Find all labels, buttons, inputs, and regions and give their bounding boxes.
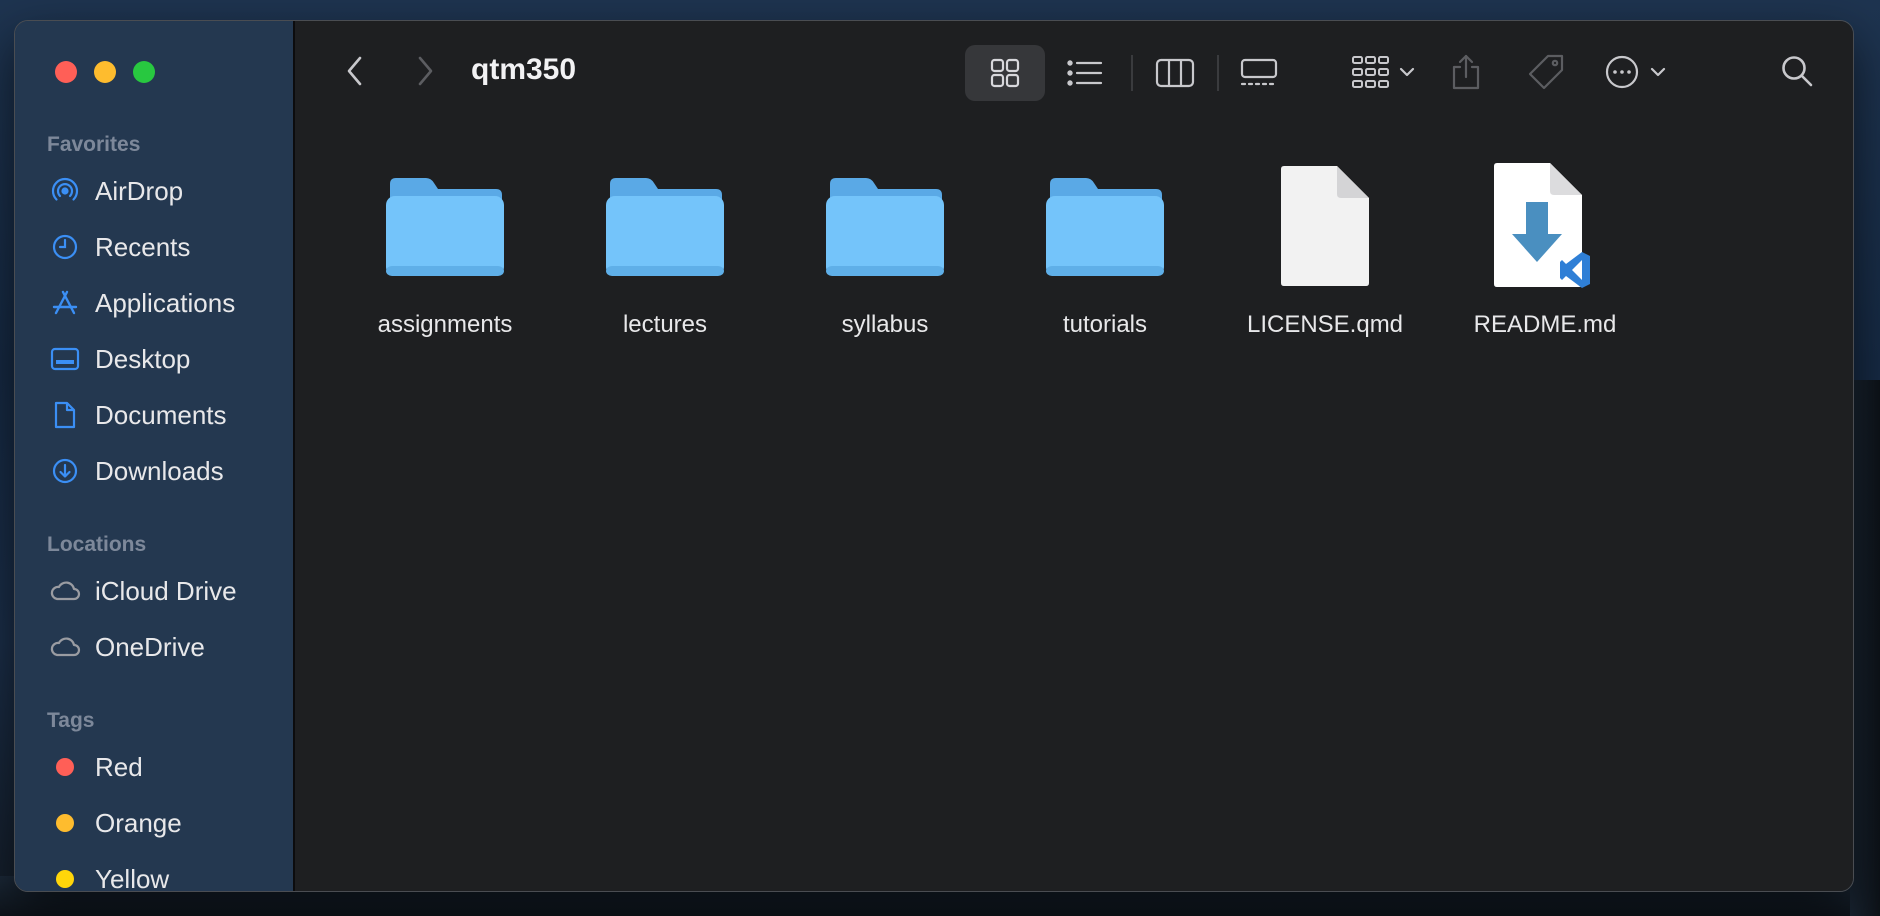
back-button[interactable] — [335, 51, 375, 91]
desktop-background-edge — [1850, 380, 1880, 916]
list-icon — [1067, 60, 1103, 86]
download-icon — [49, 455, 81, 487]
ellipsis-circle-icon — [1605, 55, 1639, 89]
share-button[interactable] — [1441, 47, 1491, 97]
cloud-icon — [49, 631, 81, 663]
sidebar-item-icloud-drive[interactable]: iCloud Drive — [49, 569, 289, 613]
icon-view-button[interactable] — [965, 45, 1045, 101]
group-grid-icon — [1352, 56, 1389, 88]
file-name: LICENSE.qmd — [1246, 311, 1404, 338]
folder-icon — [824, 151, 946, 301]
folder-icon — [604, 151, 726, 301]
forward-button[interactable] — [405, 51, 445, 91]
group-by-button[interactable] — [1343, 47, 1423, 97]
airdrop-icon — [49, 175, 81, 207]
applications-icon — [49, 287, 81, 319]
vscode-markdown-file-icon — [1492, 151, 1598, 301]
sidebar-item-label: iCloud Drive — [95, 575, 237, 606]
sidebar-tag-orange[interactable]: Orange — [49, 801, 289, 845]
sidebar-item-label: Yellow — [95, 863, 170, 892]
tag-color-dot — [56, 758, 74, 776]
file-item-tutorials[interactable]: tutorials — [995, 151, 1215, 339]
sidebar-section-favorites: Favorites — [47, 133, 141, 156]
sidebar-item-label: Orange — [95, 807, 182, 838]
share-icon — [1452, 54, 1480, 90]
file-item-license[interactable]: LICENSE.qmd — [1215, 151, 1435, 339]
sidebar-item-recents[interactable]: Recents — [49, 225, 289, 269]
clock-icon — [49, 231, 81, 263]
file-name: tutorials — [1062, 311, 1148, 338]
chevron-right-icon — [418, 56, 433, 86]
chevron-left-icon — [347, 56, 362, 86]
sidebar-item-label: Downloads — [95, 455, 224, 486]
more-actions-button[interactable] — [1595, 47, 1675, 97]
file-name: README.md — [1473, 311, 1617, 338]
file-grid: assignments lectures syllabus tutorials … — [335, 151, 1655, 339]
file-name: assignments — [377, 311, 513, 338]
window-title: qtm350 — [471, 53, 577, 86]
sidebar-section-tags: Tags — [47, 709, 95, 732]
sidebar-item-label: Applications — [95, 287, 236, 318]
sidebar-section-locations: Locations — [47, 533, 147, 556]
toolbar: qtm350 — [295, 21, 1853, 121]
window-controls — [55, 61, 155, 83]
tag-icon — [1528, 54, 1564, 90]
document-icon — [49, 399, 81, 431]
sidebar-tag-yellow[interactable]: Yellow — [49, 857, 289, 892]
gallery-view-button[interactable] — [1221, 45, 1297, 101]
desktop-icon — [49, 343, 81, 375]
sidebar-item-label: Recents — [95, 231, 191, 262]
tag-color-dot — [56, 814, 74, 832]
column-view-button[interactable] — [1137, 45, 1213, 101]
sidebar-item-label: AirDrop — [95, 175, 184, 206]
folder-icon — [1044, 151, 1166, 301]
toolbar-divider — [1131, 55, 1133, 91]
sidebar-item-label: Documents — [95, 399, 227, 430]
chevron-down-icon — [1650, 67, 1666, 77]
sidebar-item-applications[interactable]: Applications — [49, 281, 289, 325]
search-icon — [1782, 56, 1813, 87]
toolbar-divider — [1217, 55, 1219, 91]
file-item-readme[interactable]: README.md — [1435, 151, 1655, 339]
sidebar-item-label: Red — [95, 751, 143, 782]
sidebar-item-label: OneDrive — [95, 631, 205, 662]
file-name: syllabus — [841, 311, 929, 338]
sidebar-item-label: Desktop — [95, 343, 191, 374]
cloud-icon — [49, 575, 81, 607]
grid-icon — [990, 58, 1020, 88]
tag-color-dot — [56, 870, 74, 888]
sidebar-item-documents[interactable]: Documents — [49, 393, 289, 437]
list-view-button[interactable] — [1045, 45, 1125, 101]
finder-window: Favorites AirDrop Recents Applications D… — [14, 20, 1854, 892]
zoom-button[interactable] — [133, 61, 155, 83]
main-content: qtm350 assignments lectures syllabus tut… — [295, 21, 1853, 891]
sidebar-item-desktop[interactable]: Desktop — [49, 337, 289, 381]
minimize-button[interactable] — [94, 61, 116, 83]
document-file-icon — [1279, 151, 1371, 301]
sidebar-item-onedrive[interactable]: OneDrive — [49, 625, 289, 669]
gallery-icon — [1240, 58, 1278, 86]
file-item-lectures[interactable]: lectures — [555, 151, 775, 339]
file-name: lectures — [622, 311, 708, 338]
folder-icon — [384, 151, 506, 301]
file-item-assignments[interactable]: assignments — [335, 151, 555, 339]
chevron-down-icon — [1399, 67, 1415, 77]
columns-icon — [1155, 58, 1195, 88]
sidebar: Favorites AirDrop Recents Applications D… — [15, 21, 295, 891]
search-button[interactable] — [1775, 49, 1819, 93]
sidebar-item-airdrop[interactable]: AirDrop — [49, 169, 289, 213]
tags-button[interactable] — [1521, 47, 1571, 97]
file-item-syllabus[interactable]: syllabus — [775, 151, 995, 339]
sidebar-tag-red[interactable]: Red — [49, 745, 289, 789]
close-button[interactable] — [55, 61, 77, 83]
sidebar-item-downloads[interactable]: Downloads — [49, 449, 289, 493]
